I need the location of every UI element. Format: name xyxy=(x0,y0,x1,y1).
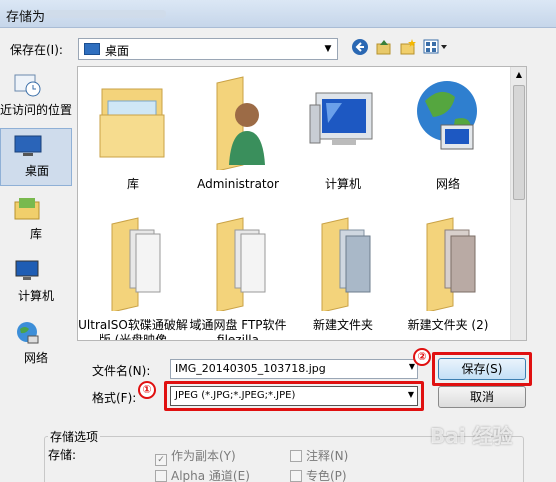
views-menu-icon xyxy=(423,39,447,54)
save-button[interactable]: 保存(S) xyxy=(438,358,526,380)
up-folder-button[interactable] xyxy=(374,38,394,60)
folder-icon xyxy=(321,217,371,311)
back-arrow-icon xyxy=(352,39,368,55)
file-item-network[interactable]: 网络 xyxy=(393,71,503,201)
views-menu-button[interactable] xyxy=(422,38,450,60)
storage-label: 存储: xyxy=(48,448,77,462)
file-name: 新建文件夹 xyxy=(312,318,373,332)
user-folder-icon xyxy=(216,76,265,170)
title-blurred-area xyxy=(46,10,166,18)
vertical-scrollbar[interactable]: ▲ xyxy=(510,67,526,340)
new-folder-icon xyxy=(400,39,416,55)
file-name: 域通网盘 FTP软件 filezilla xyxy=(189,318,287,341)
scroll-thumb[interactable] xyxy=(513,85,525,200)
place-label: 桌面 xyxy=(24,164,49,178)
network-icon xyxy=(17,322,39,344)
save-in-label: 保存在(I): xyxy=(10,43,63,57)
file-item-folder[interactable]: 新建文件夹 xyxy=(288,212,398,340)
place-desktop[interactable]: 桌面 xyxy=(0,128,72,186)
file-name: UltraISO软碟通破解版 (光盘映像 xyxy=(78,318,188,341)
place-label: 网络 xyxy=(23,351,48,365)
file-name: 网络 xyxy=(435,177,460,191)
format-label: 格式(F): xyxy=(92,391,137,405)
checkbox-icon xyxy=(155,470,167,482)
place-label: 计算机 xyxy=(17,289,54,303)
cancel-button[interactable]: 取消 xyxy=(438,386,526,408)
libraries-folder-icon xyxy=(99,88,165,158)
location-value: 桌面 xyxy=(105,44,130,58)
place-label: 库 xyxy=(29,227,42,241)
chevron-down-icon[interactable]: ▼ xyxy=(409,362,415,371)
libraries-icon xyxy=(14,198,40,220)
chevron-down-icon[interactable]: ▼ xyxy=(408,390,414,399)
new-folder-button[interactable] xyxy=(398,38,418,60)
place-label: 近访问的位置 xyxy=(0,103,73,117)
file-item-folder[interactable]: 域通网盘 FTP软件 filezilla xyxy=(183,212,293,341)
checkbox-icon xyxy=(290,450,302,462)
file-name: 新建文件夹 (2) xyxy=(407,318,489,332)
file-item-folder[interactable]: 新建文件夹 (2) xyxy=(393,212,503,340)
file-name: 库 xyxy=(126,177,139,191)
place-computer[interactable]: 计算机 xyxy=(0,254,72,312)
spot-color-label: 专色(P) xyxy=(306,469,347,482)
filename-value: IMG_20140305_103718.jpg xyxy=(175,362,326,375)
folder-icon xyxy=(426,217,476,311)
folder-icon xyxy=(216,217,266,311)
checkbox-icon xyxy=(290,470,302,482)
marker-1: ① xyxy=(138,381,156,399)
file-name: Administrator xyxy=(197,177,279,191)
window-title: 存储为 xyxy=(6,10,46,25)
location-dropdown[interactable]: 桌面 ▼ xyxy=(78,38,338,60)
back-button[interactable] xyxy=(350,38,370,60)
format-dropdown[interactable]: JPEG (*.JPG;*.JPEG;*.JPE) ▼ xyxy=(170,386,418,406)
title-bar: 存储为 xyxy=(0,0,556,28)
annotations-checkbox[interactable]: 注释(N) xyxy=(290,447,348,464)
file-item-administrator[interactable]: Administrator xyxy=(183,71,293,201)
annotations-label: 注释(N) xyxy=(306,449,349,463)
place-libraries[interactable]: 库 xyxy=(0,192,72,250)
as-copy-checkbox[interactable]: ✓ 作为副本(Y) xyxy=(155,447,236,466)
marker-2: ② xyxy=(413,348,431,366)
file-list[interactable]: 库 Administrator 计算机 网络 UltraISO软碟通破解版 (光… xyxy=(77,66,527,341)
format-value: JPEG (*.JPG;*.JPEG;*.JPE) xyxy=(175,390,296,401)
desktop-icon xyxy=(84,43,100,55)
place-recent[interactable]: 近访问的位置 xyxy=(0,68,72,126)
alpha-channel-checkbox[interactable]: Alpha 通道(E) xyxy=(155,467,250,482)
file-name: 计算机 xyxy=(324,177,361,191)
file-item-computer[interactable]: 计算机 xyxy=(288,71,398,201)
places-bar: 近访问的位置 桌面 库 计算机 网络 xyxy=(0,66,75,386)
folder-icon xyxy=(111,217,161,311)
filename-label: 文件名(N): xyxy=(92,364,151,378)
spot-color-checkbox[interactable]: 专色(P) xyxy=(290,467,347,482)
as-copy-label: 作为副本(Y) xyxy=(171,449,236,463)
file-item-libraries[interactable]: 库 xyxy=(78,71,188,201)
baidu-watermark: Bai 经验 xyxy=(430,424,513,448)
recent-places-icon xyxy=(14,74,41,97)
alpha-channel-label: Alpha 通道(E) xyxy=(171,469,250,482)
computer-icon xyxy=(15,260,39,280)
checkbox-checked-icon: ✓ xyxy=(155,454,167,466)
desktop-icon xyxy=(14,135,42,156)
scroll-up-icon[interactable]: ▲ xyxy=(511,67,526,83)
filename-input[interactable]: IMG_20140305_103718.jpg ▼ xyxy=(170,359,418,379)
chevron-down-icon[interactable]: ▼ xyxy=(319,39,337,59)
up-folder-icon xyxy=(376,40,391,55)
save-options-label: 存储选项 xyxy=(48,428,101,445)
place-network[interactable]: 网络 xyxy=(0,316,72,374)
computer-icon xyxy=(309,92,373,145)
file-item-folder[interactable]: UltraISO软碟通破解版 (光盘映像 xyxy=(78,212,188,341)
network-globe-icon xyxy=(417,81,477,150)
